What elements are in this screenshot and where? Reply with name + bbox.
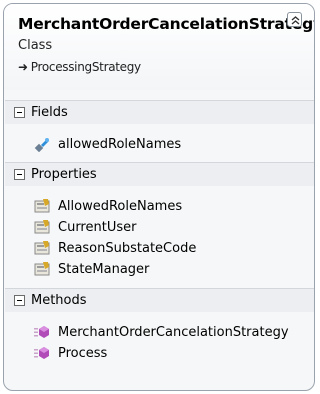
- method-name: Process: [58, 345, 108, 361]
- arrow-right-icon: ➜: [18, 60, 28, 74]
- property-icon: [34, 241, 50, 255]
- class-name: MerchantOrderCancelationStrategy: [18, 15, 315, 33]
- collapse-toggle-icon[interactable]: [14, 295, 25, 306]
- field-item[interactable]: allowedRoleNames: [34, 134, 181, 154]
- method-item[interactable]: Process: [34, 343, 107, 363]
- collapse-button[interactable]: [287, 12, 302, 27]
- property-name: StateManager: [58, 261, 150, 277]
- property-item[interactable]: StateManager: [34, 259, 149, 279]
- method-icon: [34, 326, 49, 338]
- section-fields-header[interactable]: Fields: [5, 100, 314, 124]
- class-header: MerchantOrderCancelationStrategy Class ➜…: [4, 4, 314, 90]
- property-name: AllowedRoleNames: [58, 198, 183, 214]
- property-icon: [34, 262, 50, 276]
- method-icon: [34, 347, 49, 359]
- section-properties-header[interactable]: Properties: [5, 162, 314, 186]
- method-name: MerchantOrderCancelationStrategy: [58, 324, 289, 340]
- section-properties-label: Properties: [31, 167, 97, 182]
- base-class-name: ProcessingStrategy: [30, 60, 141, 74]
- property-icon: [34, 199, 50, 213]
- property-icon: [34, 220, 50, 234]
- class-base: ➜ ProcessingStrategy: [18, 60, 141, 74]
- property-name: CurrentUser: [58, 219, 137, 235]
- section-fields-label: Fields: [31, 105, 68, 120]
- method-item[interactable]: MerchantOrderCancelationStrategy: [34, 322, 289, 342]
- section-methods-header[interactable]: Methods: [5, 288, 314, 312]
- property-name: ReasonSubstateCode: [58, 240, 197, 256]
- collapse-toggle-icon[interactable]: [14, 169, 25, 180]
- collapse-toggle-icon[interactable]: [14, 107, 25, 118]
- field-icon: [34, 138, 49, 152]
- section-methods-label: Methods: [31, 293, 87, 308]
- class-kind: Class: [18, 38, 53, 53]
- property-item[interactable]: CurrentUser: [34, 217, 136, 237]
- field-name: allowedRoleNames: [58, 136, 182, 152]
- property-item[interactable]: AllowedRoleNames: [34, 196, 182, 216]
- double-chevron-up-icon: [291, 16, 300, 25]
- property-item[interactable]: ReasonSubstateCode: [34, 238, 196, 258]
- class-box: MerchantOrderCancelationStrategy Class ➜…: [3, 3, 315, 391]
